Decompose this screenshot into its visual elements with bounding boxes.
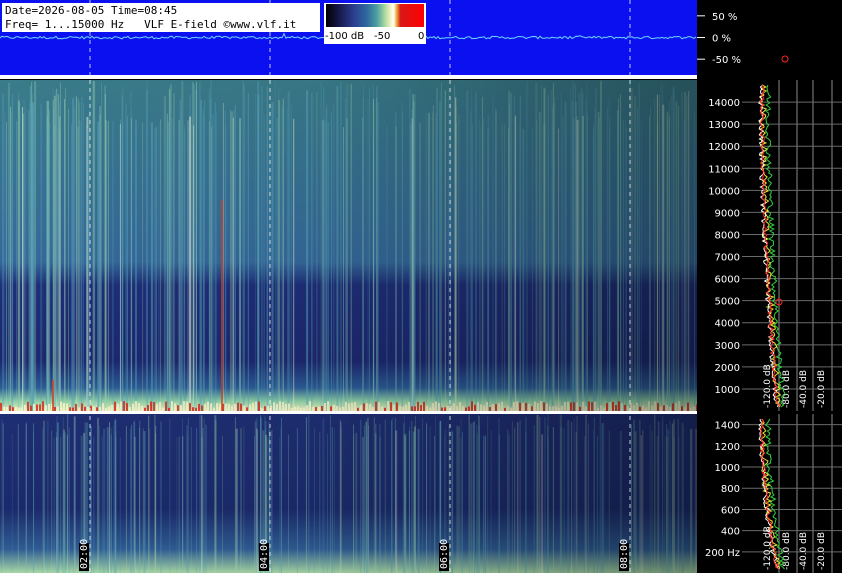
level-tick-label: -20.0 dB bbox=[817, 532, 827, 570]
level-tick-label: -20.0 dB bbox=[817, 370, 827, 408]
frequency-tick-label: 1200 bbox=[715, 442, 740, 453]
info-date-time: Date=2026-08-05 Time=08:45 bbox=[5, 4, 178, 17]
info-box: Date=2026-08-05 Time=08:45 Freq= 1...150… bbox=[2, 3, 320, 32]
waveform-separator bbox=[0, 75, 697, 79]
spectrum-panel-upper: 1000 2000 3000 4000 5000 6000 7000 8000 9000 1000… bbox=[697, 80, 842, 411]
frequency-tick-label: 600 bbox=[721, 505, 740, 516]
spectrogram-lower-shading bbox=[0, 414, 697, 573]
time-label: 02:00 bbox=[79, 539, 90, 569]
frequency-tick-label: 5000 bbox=[715, 297, 740, 308]
waveform-tick-label: -50 % bbox=[712, 55, 741, 66]
spectrogram-separator bbox=[0, 411, 697, 414]
frequency-tick-label: 400 bbox=[721, 527, 740, 538]
color-scale-legend: -100 dB -50 0 bbox=[324, 3, 426, 44]
frequency-tick-label: 7000 bbox=[715, 253, 740, 264]
time-label: 08:00 bbox=[619, 539, 630, 569]
waveform-y-axis: 50 % 0 % -50 % bbox=[697, 12, 741, 66]
frequency-tick-label: 8000 bbox=[715, 230, 740, 241]
frequency-tick-label: 14000 bbox=[708, 98, 740, 109]
frequency-tick-label: 1400 bbox=[715, 421, 740, 432]
vlf-spectrogram-display: 50 % 0 % -50 % 02:00 04:00 06:00 08:00 1000 20… bbox=[0, 0, 842, 573]
spectrum-panel-lower: 200 Hz400600800100012001400-120.0 dB -80.… bbox=[697, 414, 842, 573]
frequency-tick-label: 10000 bbox=[708, 186, 740, 197]
frequency-tick-label: 1000 bbox=[715, 463, 740, 474]
level-tick-label: -80.0 dB bbox=[782, 532, 792, 570]
waveform-tick-label: 0 % bbox=[712, 34, 731, 45]
frequency-tick-label: 3000 bbox=[715, 341, 740, 352]
frequency-tick-label: 9000 bbox=[715, 208, 740, 219]
frequency-tick-label: 2000 bbox=[715, 363, 740, 374]
level-tick-label: -120.0 dB bbox=[763, 364, 773, 408]
frequency-tick-label: 13000 bbox=[708, 120, 740, 131]
frequency-tick-label: 200 Hz bbox=[705, 548, 740, 559]
frequency-tick-label: 800 bbox=[721, 484, 740, 495]
waveform-tick-label: 50 % bbox=[712, 12, 737, 23]
time-label: 04:00 bbox=[259, 539, 270, 569]
marker-circle bbox=[781, 55, 789, 63]
time-label: 06:00 bbox=[439, 539, 450, 569]
frequency-tick-label: 12000 bbox=[708, 142, 740, 153]
color-scale-label-min: -100 dB bbox=[325, 31, 365, 42]
frequency-tick-label: 4000 bbox=[715, 319, 740, 330]
color-scale-label-mid: -50 bbox=[374, 31, 391, 42]
frequency-tick-label: 11000 bbox=[708, 164, 740, 175]
info-frequency-source: Freq= 1...15000 Hz VLF E-field ©www.vlf.… bbox=[5, 18, 297, 31]
spectrogram-upper-shading bbox=[0, 80, 697, 411]
level-tick-label: -40.0 dB bbox=[799, 370, 809, 408]
level-tick-label: -40.0 dB bbox=[799, 532, 809, 570]
color-scale-bar bbox=[326, 4, 424, 27]
color-scale-label-max: 0 bbox=[418, 31, 425, 42]
frequency-tick-label: 6000 bbox=[715, 275, 740, 286]
frequency-tick-label: 1000 bbox=[715, 385, 740, 396]
